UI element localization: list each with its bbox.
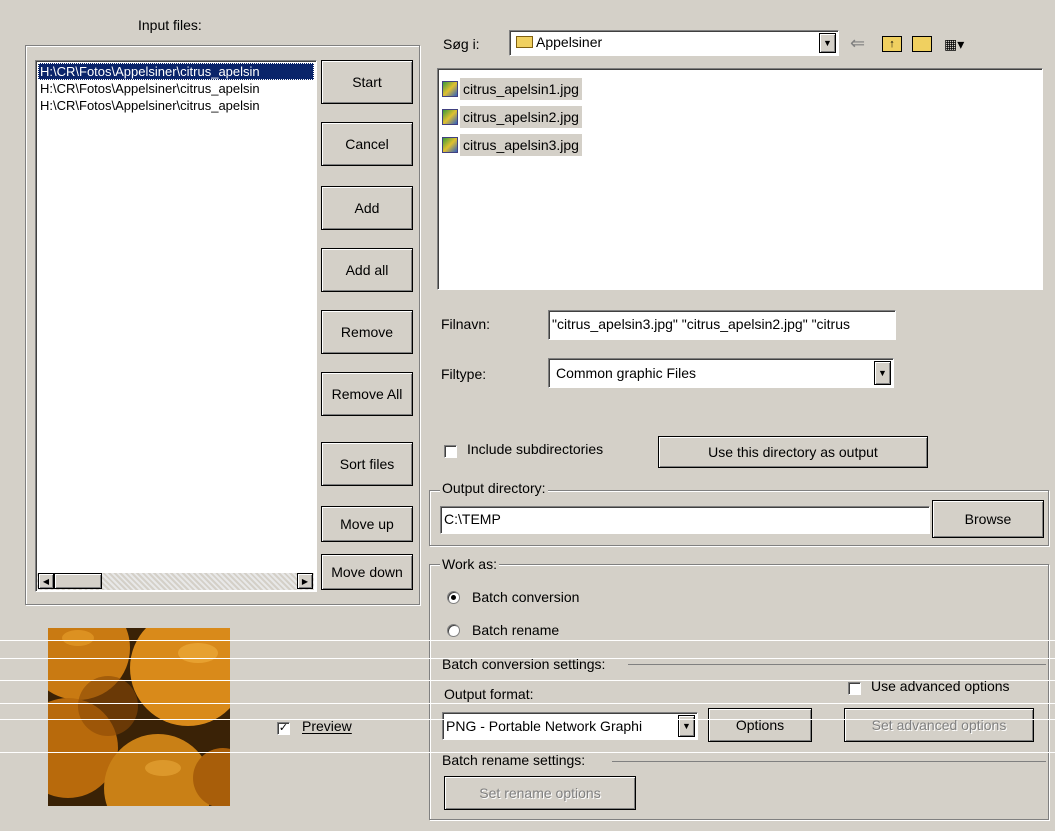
file-item[interactable]: citrus_apelsin2.jpg [442,105,582,129]
batch-conversion-label: Batch conversion [472,589,580,605]
cancel-button[interactable]: Cancel [321,122,413,166]
conversion-divider [628,664,1046,665]
artifact-line [0,658,1055,659]
output-path-input[interactable]: C:\TEMP [440,506,930,534]
folder-icon [516,36,533,48]
set-rename-button[interactable]: Set rename options [444,776,636,810]
remove-button[interactable]: Remove [321,310,413,354]
filetype-label: Filtype: [441,366,487,382]
rename-divider [612,761,1046,762]
move-down-button[interactable]: Move down [321,554,413,590]
options-button[interactable]: Options [708,708,812,742]
artifact-line [0,752,1055,753]
up-folder-icon[interactable]: ↑ [882,36,902,52]
input-file-row[interactable]: H:\CR\Fotos\Appelsiner\citrus_apelsin [38,97,314,114]
input-file-row[interactable]: H:\CR\Fotos\Appelsiner\citrus_apelsin [38,80,314,97]
file-item[interactable]: citrus_apelsin3.jpg [442,133,582,157]
file-browser-list[interactable]: citrus_apelsin1.jpg citrus_apelsin2.jpg … [437,68,1043,290]
new-folder-icon[interactable] [912,36,932,52]
artifact-line [0,640,1055,641]
batch-rename-label: Batch rename [472,622,560,638]
jpg-file-icon [442,109,458,125]
start-button[interactable]: Start [321,60,413,104]
jpg-file-icon [442,81,458,97]
jpg-file-icon [442,137,458,153]
add-all-button[interactable]: Add all [321,248,413,292]
include-subdirs-label: Include subdirectories [467,441,604,457]
chevron-down-icon[interactable]: ▼ [874,361,891,385]
input-file-row[interactable]: H:\CR\Fotos\Appelsiner\citrus_apelsin [38,63,314,80]
preview-checkbox[interactable]: ✓ [277,722,290,735]
batch-rename-settings-title: Batch rename settings: [440,752,588,768]
set-advanced-button[interactable]: Set advanced options [844,708,1034,742]
artifact-line [0,703,1055,704]
batch-conversion-radio[interactable] [447,591,460,604]
filename-label: Filnavn: [441,316,491,332]
output-format-label: Output format: [444,686,534,702]
artifact-line [0,680,1055,681]
move-up-button[interactable]: Move up [321,506,413,542]
scroll-thumb[interactable] [54,573,102,589]
filetype-combo[interactable]: Common graphic Files ▼ [548,358,894,388]
use-directory-button[interactable]: Use this directory as output [658,436,928,468]
file-item[interactable]: citrus_apelsin1.jpg [442,77,582,101]
add-button[interactable]: Add [321,186,413,230]
output-directory-title: Output directory: [440,480,548,496]
output-format-combo[interactable]: PNG - Portable Network Graphi ▼ [442,712,698,740]
oranges-image [48,628,230,806]
work-as-title: Work as: [440,556,499,572]
look-in-value: Appelsiner [536,34,603,50]
artifact-line [0,719,1055,720]
batch-rename-radio[interactable] [447,624,460,637]
filename-input[interactable]: "citrus_apelsin3.jpg" "citrus_apelsin2.j… [548,310,896,340]
use-advanced-checkbox[interactable] [848,682,861,695]
back-arrow-icon[interactable]: ⇐ [850,33,865,54]
include-subdirs-checkbox[interactable] [444,445,457,458]
preview-label: Preview [302,718,352,734]
scroll-right-icon[interactable]: ▶ [297,573,313,589]
remove-all-button[interactable]: Remove All [321,372,413,416]
input-files-label: Input files: [138,17,202,33]
view-menu-icon[interactable]: ▦▾ [944,36,970,52]
sort-files-button[interactable]: Sort files [321,442,413,486]
look-in-label: Søg i: [443,36,480,52]
horizontal-scrollbar[interactable]: ◀ ▶ [37,573,314,590]
scroll-left-icon[interactable]: ◀ [38,573,54,589]
browse-button[interactable]: Browse [932,500,1044,538]
preview-image [48,628,230,806]
chevron-down-icon[interactable]: ▼ [819,33,836,53]
look-in-combo[interactable]: Appelsiner ▼ [509,30,839,56]
input-files-list[interactable]: H:\CR\Fotos\Appelsiner\citrus_apelsin H:… [35,60,317,592]
